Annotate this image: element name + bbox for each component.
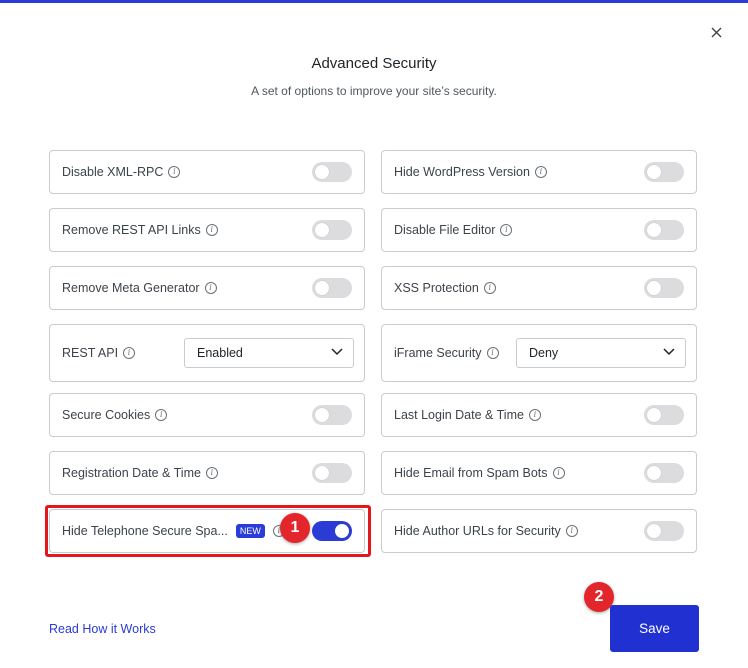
hide-wordpress-version-toggle[interactable] (644, 162, 684, 182)
xss-protection-toggle[interactable] (644, 278, 684, 298)
toggle-knob (647, 281, 661, 295)
toggle-knob (315, 408, 329, 422)
setting-label: XSS Protection (394, 281, 479, 295)
setting-remove-rest-api-links: Remove REST API Links i (49, 208, 365, 252)
setting-disable-file-editor: Disable File Editor i (381, 208, 697, 252)
disable-file-editor-toggle[interactable] (644, 220, 684, 240)
info-icon[interactable]: i (205, 224, 218, 236)
setting-disable-xml-rpc: Disable XML-RPC i (49, 150, 365, 194)
disable-xml-rpc-toggle[interactable] (312, 162, 352, 182)
toggle-knob (315, 165, 329, 179)
save-button[interactable]: Save (610, 605, 699, 652)
setting-hide-author-urls: Hide Author URLs for Security i (381, 509, 697, 553)
setting-remove-meta-generator: Remove Meta Generator i (49, 266, 365, 310)
setting-rest-api: REST API i Enabled (49, 324, 365, 382)
setting-label: Last Login Date & Time (394, 408, 524, 422)
secure-cookies-toggle[interactable] (312, 405, 352, 425)
chevron-down-icon (331, 348, 343, 356)
close-button[interactable] (706, 22, 726, 42)
info-icon[interactable]: i (500, 224, 513, 236)
info-icon[interactable]: i (205, 467, 218, 479)
setting-label: Hide Email from Spam Bots (394, 466, 548, 480)
info-icon[interactable]: i (155, 409, 168, 421)
toggle-knob (647, 466, 661, 480)
setting-hide-email-spam-bots: Hide Email from Spam Bots i (381, 451, 697, 495)
setting-label: Remove REST API Links (62, 223, 201, 237)
info-icon[interactable]: i (168, 166, 181, 178)
info-icon[interactable]: i (552, 467, 565, 479)
setting-last-login-date-time: Last Login Date & Time i (381, 393, 697, 437)
step-marker-1: 1 (280, 513, 310, 543)
info-icon[interactable]: i (204, 282, 217, 294)
read-how-it-works-link[interactable]: Read How it Works (49, 622, 156, 636)
setting-label: Disable XML-RPC (62, 165, 164, 179)
setting-label: Registration Date & Time (62, 466, 201, 480)
toggle-knob (647, 223, 661, 237)
info-icon[interactable]: i (483, 282, 496, 294)
setting-label: REST API (62, 346, 119, 360)
setting-label: Hide Author URLs for Security (394, 524, 561, 538)
highlight-box (45, 505, 371, 557)
remove-meta-generator-toggle[interactable] (312, 278, 352, 298)
last-login-date-time-toggle[interactable] (644, 405, 684, 425)
close-icon (711, 27, 721, 37)
toggle-knob (315, 223, 329, 237)
dialog-title: Advanced Security (311, 55, 437, 72)
chevron-down-icon (663, 348, 675, 356)
select-value: Enabled (197, 346, 243, 360)
info-icon[interactable]: i (123, 347, 136, 359)
toggle-knob (315, 281, 329, 295)
toggle-knob (647, 408, 661, 422)
select-value: Deny (529, 346, 559, 360)
toggle-knob (647, 165, 661, 179)
setting-label: Hide WordPress Version (394, 165, 530, 179)
rest-api-select[interactable]: Enabled (184, 338, 354, 368)
setting-label: Disable File Editor (394, 223, 496, 237)
setting-label: iFrame Security (394, 346, 482, 360)
setting-xss-protection: XSS Protection i (381, 266, 697, 310)
registration-date-time-toggle[interactable] (312, 463, 352, 483)
info-icon[interactable]: i (486, 347, 499, 359)
setting-label: Secure Cookies (62, 408, 151, 422)
iframe-security-select[interactable]: Deny (516, 338, 686, 368)
info-icon[interactable]: i (528, 409, 541, 421)
toggle-knob (647, 524, 661, 538)
info-icon[interactable]: i (565, 525, 578, 537)
top-accent-bar (0, 0, 748, 3)
remove-rest-api-links-toggle[interactable] (312, 220, 352, 240)
hide-email-spam-bots-toggle[interactable] (644, 463, 684, 483)
setting-iframe-security: iFrame Security i Deny (381, 324, 697, 382)
info-icon[interactable]: i (534, 166, 547, 178)
hide-author-urls-toggle[interactable] (644, 521, 684, 541)
setting-secure-cookies: Secure Cookies i (49, 393, 365, 437)
toggle-knob (315, 466, 329, 480)
setting-hide-wordpress-version: Hide WordPress Version i (381, 150, 697, 194)
setting-label: Remove Meta Generator (62, 281, 200, 295)
dialog-subtitle: A set of options to improve your site’s … (251, 84, 497, 98)
setting-registration-date-time: Registration Date & Time i (49, 451, 365, 495)
